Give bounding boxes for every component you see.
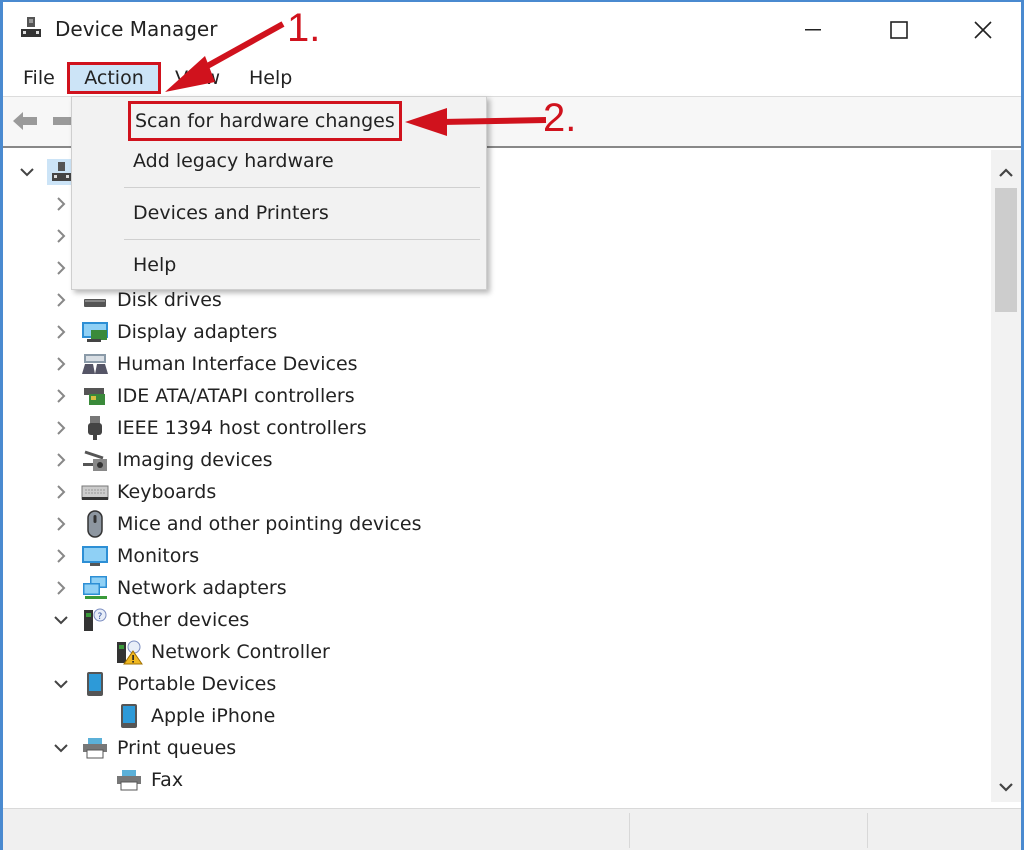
- status-pane-divider: [867, 813, 868, 848]
- menu-file[interactable]: File: [15, 62, 63, 94]
- menu-action[interactable]: Action: [67, 62, 161, 94]
- chevron-down-icon[interactable]: [51, 674, 71, 694]
- menu-item-add-legacy-hardware[interactable]: Add legacy hardware: [72, 143, 486, 179]
- tree-label: Disk drives: [117, 289, 222, 311]
- tree-label: Imaging devices: [117, 449, 273, 471]
- tree-label: Display adapters: [117, 321, 278, 343]
- chevron-down-icon: [999, 783, 1013, 792]
- chevron-right-icon[interactable]: [51, 258, 71, 278]
- menu-item-devices-and-printers[interactable]: Devices and Printers: [72, 195, 486, 231]
- chevron-right-icon[interactable]: [51, 354, 71, 374]
- scroll-down-button[interactable]: [991, 772, 1021, 802]
- annotation-arrow-1: [165, 21, 285, 92]
- tree-label: Print queues: [117, 737, 237, 759]
- portable-device-icon: [115, 703, 143, 729]
- disk-drive-icon: [81, 287, 109, 313]
- tree-item-imaging-devices[interactable]: Imaging devices: [51, 444, 273, 476]
- hid-icon: [81, 351, 109, 377]
- status-bar: [3, 808, 1021, 850]
- chevron-right-icon[interactable]: [51, 290, 71, 310]
- camera-icon: [81, 447, 109, 473]
- tree-item-mice[interactable]: Mice and other pointing devices: [51, 508, 421, 540]
- chevron-right-icon[interactable]: [51, 322, 71, 342]
- chevron-right-icon[interactable]: [51, 418, 71, 438]
- tree-label: Human Interface Devices: [117, 353, 358, 375]
- printer-icon: [115, 767, 143, 793]
- tree-label: IDE ATA/ATAPI controllers: [117, 385, 355, 407]
- tree-item-monitors[interactable]: Monitors: [51, 540, 199, 572]
- close-button[interactable]: [953, 10, 1013, 50]
- tree-item-other-devices[interactable]: ? Other devices: [51, 604, 249, 636]
- tree-label: Network Controller: [151, 641, 330, 663]
- device-manager-window: Device Manager File Action View Help: [0, 0, 1024, 850]
- display-adapter-icon: [81, 319, 109, 345]
- minimize-button[interactable]: [783, 10, 843, 50]
- chevron-right-icon[interactable]: [51, 482, 71, 502]
- chevron-right-icon[interactable]: [51, 546, 71, 566]
- tree-item-apple-iphone[interactable]: Apple iPhone: [115, 700, 275, 732]
- tree-label: IEEE 1394 host controllers: [117, 417, 367, 439]
- tree-item-human-interface-devices[interactable]: Human Interface Devices: [51, 348, 358, 380]
- tree-item-print-queues[interactable]: Print queues: [51, 732, 236, 764]
- minimize-icon: [805, 29, 821, 31]
- unknown-device-icon: ?: [81, 607, 109, 633]
- menu-item-help[interactable]: Help: [72, 247, 486, 283]
- back-button[interactable]: [11, 109, 39, 133]
- status-pane-divider: [629, 813, 630, 848]
- close-icon: [974, 21, 992, 39]
- annotation-arrow-2: [405, 108, 547, 136]
- chevron-up-icon: [999, 168, 1013, 177]
- menu-item-label: Scan for hardware changes: [128, 101, 402, 141]
- firewire-icon: [81, 415, 109, 441]
- back-arrow-icon: [13, 112, 37, 130]
- chevron-right-icon[interactable]: [51, 226, 71, 246]
- chevron-down-icon[interactable]: [51, 738, 71, 758]
- chevron-right-icon[interactable]: [51, 194, 71, 214]
- chevron-right-icon[interactable]: [51, 386, 71, 406]
- chevron-down-icon[interactable]: [51, 610, 71, 630]
- tree-label: Mice and other pointing devices: [117, 513, 422, 535]
- chevron-down-icon[interactable]: [17, 162, 37, 182]
- tree-item-network-adapters[interactable]: Network adapters: [51, 572, 287, 604]
- maximize-button[interactable]: [869, 10, 929, 50]
- tree-label: Other devices: [117, 609, 250, 631]
- chevron-right-icon[interactable]: [51, 578, 71, 598]
- tree-label: Monitors: [117, 545, 200, 567]
- mouse-icon: [81, 510, 109, 538]
- ide-controller-icon: [81, 383, 109, 409]
- annotation-step-2: 2.: [543, 96, 577, 140]
- tree-label: Portable Devices: [117, 673, 277, 695]
- portable-device-icon: [81, 671, 109, 697]
- menu-separator: [124, 239, 480, 240]
- device-manager-icon: [19, 16, 43, 40]
- tree-label: Keyboards: [117, 481, 217, 503]
- tree-label: Fax: [151, 769, 184, 791]
- tree-label: Network adapters: [117, 577, 287, 599]
- tree-item-ide-controllers[interactable]: IDE ATA/ATAPI controllers: [51, 380, 355, 412]
- chevron-right-icon[interactable]: [51, 514, 71, 534]
- annotation-step-1: 1.: [287, 6, 321, 50]
- tree-item-portable-devices[interactable]: Portable Devices: [51, 668, 276, 700]
- network-adapter-icon: [81, 575, 109, 601]
- keyboard-icon: [81, 479, 109, 505]
- warning-device-icon: [115, 639, 143, 665]
- tree-item-display-adapters[interactable]: Display adapters: [51, 316, 277, 348]
- tree-item-keyboards[interactable]: Keyboards: [51, 476, 216, 508]
- svg-text:?: ?: [98, 612, 103, 622]
- printer-icon: [81, 735, 109, 761]
- tree-item-ieee1394[interactable]: IEEE 1394 host controllers: [51, 412, 367, 444]
- chevron-right-icon[interactable]: [51, 450, 71, 470]
- maximize-icon: [890, 21, 908, 39]
- monitor-icon: [81, 543, 109, 569]
- scrollbar-thumb[interactable]: [995, 188, 1017, 312]
- vertical-scrollbar[interactable]: [991, 150, 1021, 802]
- menu-separator: [124, 187, 480, 188]
- tree-label: Apple iPhone: [151, 705, 276, 727]
- scroll-up-button[interactable]: [991, 158, 1021, 188]
- tree-item-network-controller[interactable]: Network Controller: [115, 636, 330, 668]
- tree-item-fax[interactable]: Fax: [115, 764, 183, 796]
